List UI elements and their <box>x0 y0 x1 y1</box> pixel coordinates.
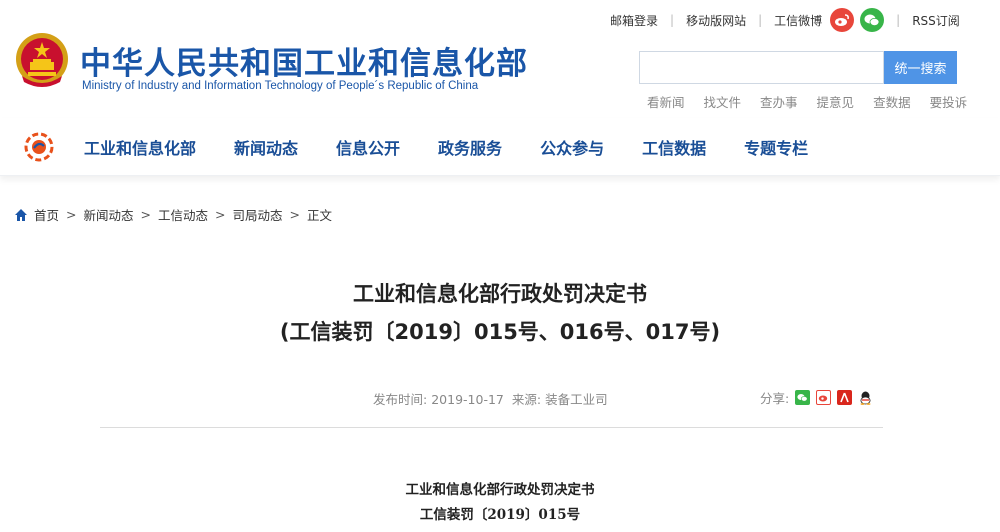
mobile-site-link[interactable]: 移动版网站 <box>686 12 746 29</box>
rss-link[interactable]: RSS订阅 <box>912 12 960 29</box>
search-button[interactable]: 统一搜索 <box>884 51 957 84</box>
top-links: 邮箱登录 | 移动版网站 | 工信微博 | RSS订阅 <box>610 8 960 32</box>
breadcrumb-separator: > <box>140 207 151 222</box>
wechat-share-icon[interactable] <box>795 390 811 405</box>
share-bar: 分享: <box>760 388 874 407</box>
qq-share-icon[interactable] <box>858 390 874 405</box>
nav-item-topics[interactable]: 专题专栏 <box>744 135 808 159</box>
article-meta: 发布时间: 2019-10-17 来源: 装备工业司 <box>373 389 612 408</box>
weibo-share-icon[interactable] <box>816 390 832 405</box>
separator: | <box>670 13 675 27</box>
nav-item-info-disclosure[interactable]: 信息公开 <box>336 135 400 159</box>
breadcrumb-current: 正文 <box>307 208 333 223</box>
publish-label: 发布时间: <box>373 392 428 407</box>
quick-link-feedback[interactable]: 提意见 <box>817 92 855 111</box>
nav-item-gov-services[interactable]: 政务服务 <box>438 135 502 159</box>
site-subtitle: Ministry of Industry and Information Tec… <box>82 80 479 92</box>
nav-item-ministry[interactable]: 工业和信息化部 <box>84 135 196 159</box>
breadcrumb-separator: > <box>66 207 77 222</box>
nav-item-news[interactable]: 新闻动态 <box>234 135 298 159</box>
mail-login-link[interactable]: 邮箱登录 <box>610 12 658 29</box>
breadcrumb-miit-news[interactable]: 工信动态 <box>158 205 208 224</box>
renren-share-icon[interactable] <box>837 390 853 405</box>
nav-item-public-participation[interactable]: 公众参与 <box>540 135 604 159</box>
breadcrumb-separator: > <box>215 207 226 222</box>
article-title: 工业和信息化部行政处罚决定书 <box>353 282 647 306</box>
weibo-icon[interactable] <box>830 8 855 32</box>
breadcrumb-news[interactable]: 新闻动态 <box>84 205 134 224</box>
breadcrumb-home[interactable]: 首页 <box>34 205 59 224</box>
publish-date: 2019-10-17 <box>431 392 504 407</box>
site-title[interactable]: 中华人民共和国工业和信息化部 <box>80 38 528 83</box>
article-divider <box>100 427 883 428</box>
breadcrumb-separator: > <box>289 207 300 222</box>
separator: | <box>758 13 763 27</box>
nav-item-data[interactable]: 工信数据 <box>642 135 706 159</box>
search-input[interactable] <box>640 52 883 83</box>
article-subtitle: (工信装罚〔2019〕015号、016号、017号) <box>279 320 721 344</box>
share-label: 分享: <box>760 391 790 406</box>
main-nav: 工业和信息化部 新闻动态 信息公开 政务服务 公众参与 工信数据 专题专栏 <box>0 118 1000 176</box>
miit-logo-icon[interactable] <box>24 132 54 162</box>
breadcrumb: 首页 > 新闻动态 > 工信动态 > 司局动态 > 正文 <box>14 205 332 224</box>
national-emblem-icon[interactable] <box>14 30 70 90</box>
breadcrumb-dept-news[interactable]: 司局动态 <box>233 205 283 224</box>
source-value: 装备工业司 <box>545 392 608 407</box>
quick-links: 看新闻 找文件 查办事 提意见 查数据 要投诉 <box>647 92 967 111</box>
nav-items: 工业和信息化部 新闻动态 信息公开 政务服务 公众参与 工信数据 专题专栏 <box>84 118 846 176</box>
quick-link-data[interactable]: 查数据 <box>873 92 911 111</box>
wechat-icon[interactable] <box>860 8 885 32</box>
separator: | <box>896 13 901 27</box>
quick-link-services[interactable]: 查办事 <box>760 92 798 111</box>
body-doc-number: 工信装罚〔2019〕015号 <box>419 507 581 523</box>
source-label: 来源: <box>511 392 542 407</box>
quick-link-files[interactable]: 找文件 <box>704 92 742 111</box>
quick-link-news[interactable]: 看新闻 <box>647 92 685 111</box>
weibo-link[interactable]: 工信微博 <box>774 12 822 29</box>
quick-link-complaint[interactable]: 要投诉 <box>930 92 968 111</box>
home-icon <box>15 208 27 221</box>
body-heading: 工业和信息化部行政处罚决定书 <box>405 482 595 498</box>
site-header: 中华人民共和国工业和信息化部 Ministry of Industry and … <box>0 0 1000 120</box>
search-box <box>639 51 884 84</box>
